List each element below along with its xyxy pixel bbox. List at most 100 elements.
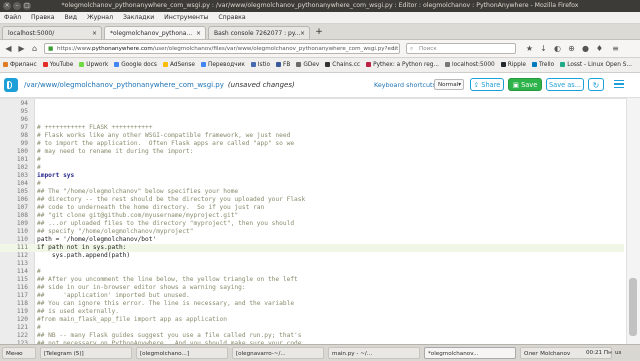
- bookmark-icon[interactable]: ★: [524, 43, 535, 54]
- code-line[interactable]: 114 #: [0, 268, 624, 276]
- close-tab-icon[interactable]: ×: [196, 27, 201, 39]
- pythonanywhere-logo-icon[interactable]: [4, 78, 18, 92]
- code-line[interactable]: 107 ## code to underneath the home direct…: [0, 204, 624, 212]
- file-path-text[interactable]: /var/www/olegmolchanov_pythonanywhere_co…: [24, 81, 224, 89]
- pocket-icon[interactable]: ◐: [552, 43, 563, 54]
- share-button[interactable]: ⇪ Share: [470, 78, 504, 91]
- menu-icon[interactable]: [614, 80, 624, 89]
- taskbar-window-button[interactable]: *olegmolchanov...: [424, 347, 516, 359]
- bookmark-item[interactable]: Upwork: [76, 58, 111, 72]
- bookmark-item[interactable]: localhost:5000: [442, 58, 498, 72]
- code-line[interactable]: 120 #from main_flask_app_file import app …: [0, 316, 624, 324]
- line-number: 109: [16, 220, 28, 227]
- hamburger-menu-icon[interactable]: ≡: [610, 43, 621, 54]
- bookmark-item[interactable]: Chains.cc: [322, 58, 363, 72]
- navigation-bar: ◀ ▶ ⌂ ■ https://www.pythonanywhere.com/us…: [0, 40, 640, 58]
- code-line[interactable]: 106 ## directory -- the rest should be th…: [0, 196, 624, 204]
- bookmark-item[interactable]: Trello: [529, 58, 557, 72]
- tab-bash-console[interactable]: Bash console 7262077 : py... ×: [208, 26, 310, 39]
- bookmark-favicon-icon: [162, 61, 168, 67]
- taskbar-window-button[interactable]: [Telegram (5)]: [40, 347, 132, 359]
- code-line[interactable]: 121 #: [0, 324, 624, 332]
- save-as-button[interactable]: Save as...: [546, 78, 584, 91]
- forward-icon[interactable]: ▶: [16, 43, 27, 54]
- code-line[interactable]: 99 # to import the application. Often Fla…: [0, 140, 624, 148]
- bookmark-item[interactable]: FB: [273, 58, 293, 72]
- code-line[interactable]: 103 import sys: [0, 172, 624, 180]
- menu-file[interactable]: Файл: [0, 12, 25, 23]
- save-button[interactable]: ▣ Save: [508, 78, 542, 91]
- bookmark-label: Trello: [538, 62, 555, 68]
- code-line[interactable]: 97 # +++++++++++ FLASK +++++++++++: [0, 124, 624, 132]
- code-line[interactable]: 116 ## side in our in-browser editor show…: [0, 284, 624, 292]
- keybinding-mode-select[interactable]: Normal ▾: [434, 79, 464, 90]
- code-line[interactable]: 94: [0, 100, 624, 108]
- code-line[interactable]: 117 ## 'application' imported but unused.: [0, 292, 624, 300]
- close-tab-icon[interactable]: ×: [92, 27, 97, 39]
- search-input[interactable]: ⌕ Поиск: [406, 43, 516, 54]
- bookmark-item[interactable]: YouTube: [40, 58, 77, 72]
- code-text: #: [37, 180, 41, 187]
- start-menu-button[interactable]: Меню: [2, 347, 36, 359]
- url-bar[interactable]: ■ https://www.pythonanywhere.com/user/ole…: [44, 43, 400, 54]
- keyboard-layout-indicator[interactable]: us: [615, 347, 621, 359]
- star-icon[interactable]: ☆: [391, 44, 396, 53]
- code-line[interactable]: 100 # may need to rename it during the im…: [0, 148, 624, 156]
- keyboard-shortcuts-label[interactable]: Keyboard shortcuts:: [374, 81, 438, 89]
- code-line[interactable]: 108 ## "git clone git@github.com/myuserna…: [0, 212, 624, 220]
- url-prefix: https://www.: [57, 46, 93, 52]
- new-tab-icon[interactable]: +: [314, 27, 324, 37]
- menu-view[interactable]: Вид: [61, 12, 82, 23]
- close-tab-icon[interactable]: ×: [300, 27, 305, 39]
- code-line[interactable]: 122 ## NB -- many Flask guides suggest yo…: [0, 332, 624, 340]
- bookmark-item[interactable]: Ripple: [498, 58, 529, 72]
- back-icon[interactable]: ◀: [3, 43, 14, 54]
- bookmark-item[interactable]: Переводчик: [198, 58, 248, 72]
- code-line[interactable]: 101 #: [0, 156, 624, 164]
- bookmark-item[interactable]: AdSense: [160, 58, 198, 72]
- bookmark-item[interactable]: Losst - Linux Open S...: [557, 58, 635, 72]
- reload-webapp-button[interactable]: ↻: [588, 78, 604, 91]
- line-number: 112: [16, 252, 28, 259]
- code-line[interactable]: 95: [0, 108, 624, 116]
- addon-icon[interactable]: ●: [580, 43, 591, 54]
- tab-localhost[interactable]: localhost:5000/ ×: [2, 26, 102, 39]
- code-line[interactable]: 112 sys.path.append(path): [0, 252, 624, 260]
- downloads-icon[interactable]: ↓: [538, 43, 549, 54]
- code-line[interactable]: 104 #: [0, 180, 624, 188]
- menu-help[interactable]: Справка: [214, 12, 249, 23]
- code-line[interactable]: 102 #: [0, 164, 624, 172]
- scrollbar-thumb[interactable]: [629, 278, 637, 336]
- code-line[interactable]: 113: [0, 260, 624, 268]
- code-line[interactable]: 109 ## ...or uploaded files to the direct…: [0, 220, 624, 228]
- taskbar-window-button[interactable]: [olegnavarro-~/...: [232, 347, 324, 359]
- extension-icon[interactable]: ⊕: [566, 43, 577, 54]
- taskbar-window-button[interactable]: [olegmolchano...]: [136, 347, 228, 359]
- line-number: 122: [16, 332, 28, 339]
- taskbar-window-button[interactable]: main.py - ~/...: [328, 347, 420, 359]
- menu-tools[interactable]: Инструменты: [160, 12, 212, 23]
- bookmark-item[interactable]: Фриланс: [0, 58, 40, 72]
- code-line[interactable]: 96: [0, 116, 624, 124]
- clock[interactable]: 00:21 Пн: [586, 347, 612, 359]
- code-line[interactable]: 98 # Flask works like any other WSGI-comp…: [0, 132, 624, 140]
- bookmark-item[interactable]: GDev: [293, 58, 322, 72]
- tab-editor[interactable]: *olegmolchanov_pythona... ×: [104, 26, 206, 39]
- sync-icon[interactable]: ♦: [594, 43, 605, 54]
- code-line[interactable]: 110 path = '/home/olegmolchanov/bot': [0, 236, 624, 244]
- code-line[interactable]: 118 ## You can ignore this error. The lin…: [0, 300, 624, 308]
- code-line[interactable]: 111 if path not in sys.path:: [0, 244, 624, 253]
- code-line[interactable]: 115 ## After you uncomment the line below…: [0, 276, 624, 284]
- bookmark-item[interactable]: Istio: [248, 58, 273, 72]
- code-line[interactable]: 119 ## is used externally.: [0, 308, 624, 316]
- menu-history[interactable]: Журнал: [83, 12, 117, 23]
- home-icon[interactable]: ⌂: [29, 43, 40, 54]
- code-line[interactable]: 110 ## specify "/home/olegmolchanov/mypro…: [0, 228, 624, 236]
- editor-scrollbar[interactable]: [626, 98, 640, 344]
- menu-edit[interactable]: Правка: [27, 12, 59, 23]
- bookmark-item[interactable]: Pythex: a Python reg...: [363, 58, 442, 72]
- code-line[interactable]: 105 ## The "/home/olegmolchanov" below sp…: [0, 188, 624, 196]
- bookmark-item[interactable]: Google docs: [111, 58, 160, 72]
- menu-bookmarks[interactable]: Закладки: [119, 12, 158, 23]
- code-editor[interactable]: 94 95 96 97 # +++++++++++ FLASK +++++++++++ 9…: [0, 98, 640, 347]
